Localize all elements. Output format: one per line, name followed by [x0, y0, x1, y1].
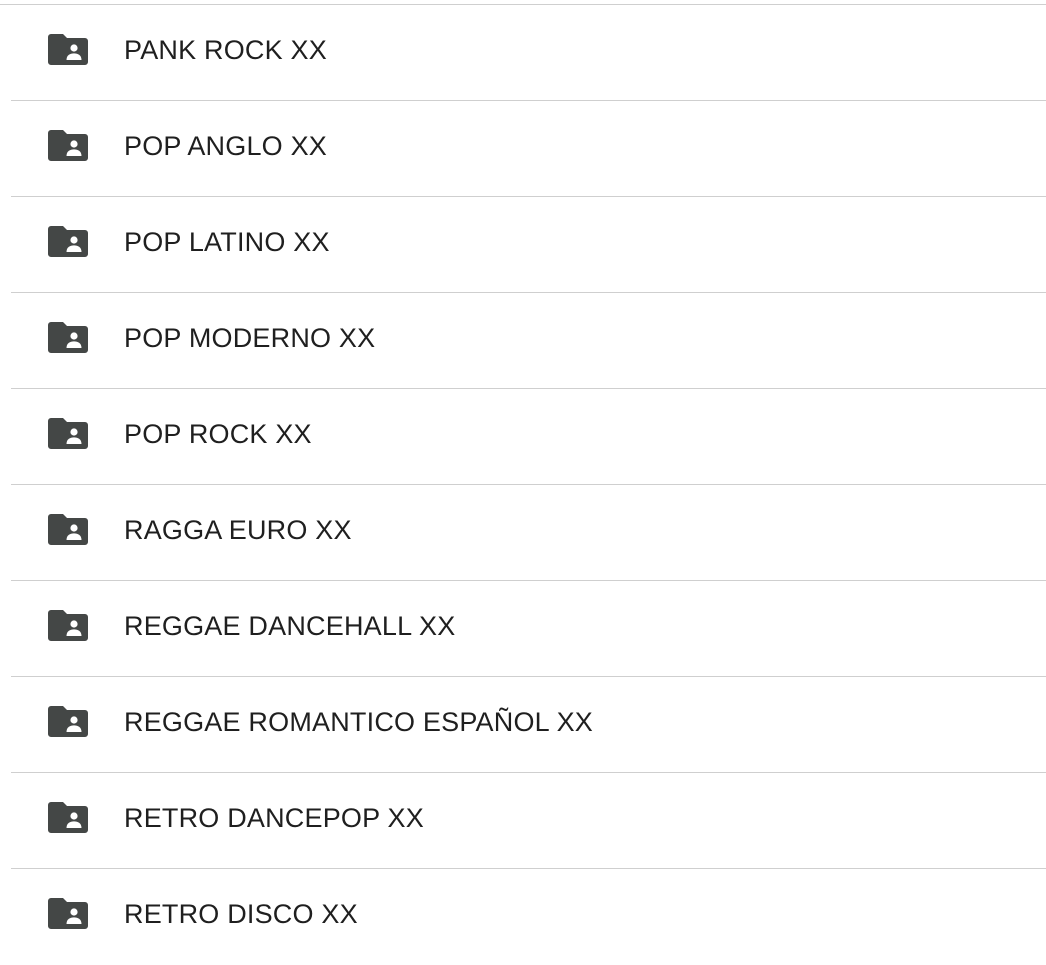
folder-list: PANK ROCK XX POP ANGLO XX POP LATINO XX … — [0, 0, 1046, 956]
folder-row[interactable]: PANK ROCK XX — [0, 5, 1046, 101]
folder-row[interactable]: POP MODERNO XX — [0, 293, 1046, 389]
folder-name: RETRO DISCO XX — [124, 899, 358, 929]
folder-row[interactable]: POP ANGLO XX — [0, 101, 1046, 197]
shared-folder-icon — [48, 513, 88, 545]
folder-name: POP ROCK XX — [124, 419, 312, 449]
folder-row[interactable]: RETRO DANCEPOP XX — [0, 773, 1046, 869]
folder-name: POP ANGLO XX — [124, 131, 327, 161]
folder-row[interactable]: POP ROCK XX — [0, 389, 1046, 485]
folder-name: PANK ROCK XX — [124, 35, 327, 65]
folder-row[interactable]: REGGAE ROMANTICO ESPAÑOL XX — [0, 677, 1046, 773]
folder-row[interactable]: REGGAE DANCEHALL XX — [0, 581, 1046, 677]
shared-folder-icon — [48, 609, 88, 641]
shared-folder-icon — [48, 321, 88, 353]
folder-row[interactable]: RETRO DISCO XX — [0, 869, 1046, 965]
folder-name: POP MODERNO XX — [124, 323, 376, 353]
folder-row[interactable]: RAGGA EURO XX — [0, 485, 1046, 581]
folder-name: RAGGA EURO XX — [124, 515, 352, 545]
shared-folder-icon — [48, 417, 88, 449]
folder-name: REGGAE ROMANTICO ESPAÑOL XX — [124, 707, 593, 737]
folder-name: RETRO DANCEPOP XX — [124, 803, 424, 833]
folder-name: REGGAE DANCEHALL XX — [124, 611, 456, 641]
folder-row[interactable]: POP LATINO XX — [0, 197, 1046, 293]
shared-folder-icon — [48, 897, 88, 929]
folder-name: POP LATINO XX — [124, 227, 330, 257]
shared-folder-icon — [48, 801, 88, 833]
shared-folder-icon — [48, 705, 88, 737]
shared-folder-icon — [48, 129, 88, 161]
folder-rows: PANK ROCK XX POP ANGLO XX POP LATINO XX … — [0, 5, 1046, 965]
shared-folder-icon — [48, 33, 88, 65]
shared-folder-icon — [48, 225, 88, 257]
